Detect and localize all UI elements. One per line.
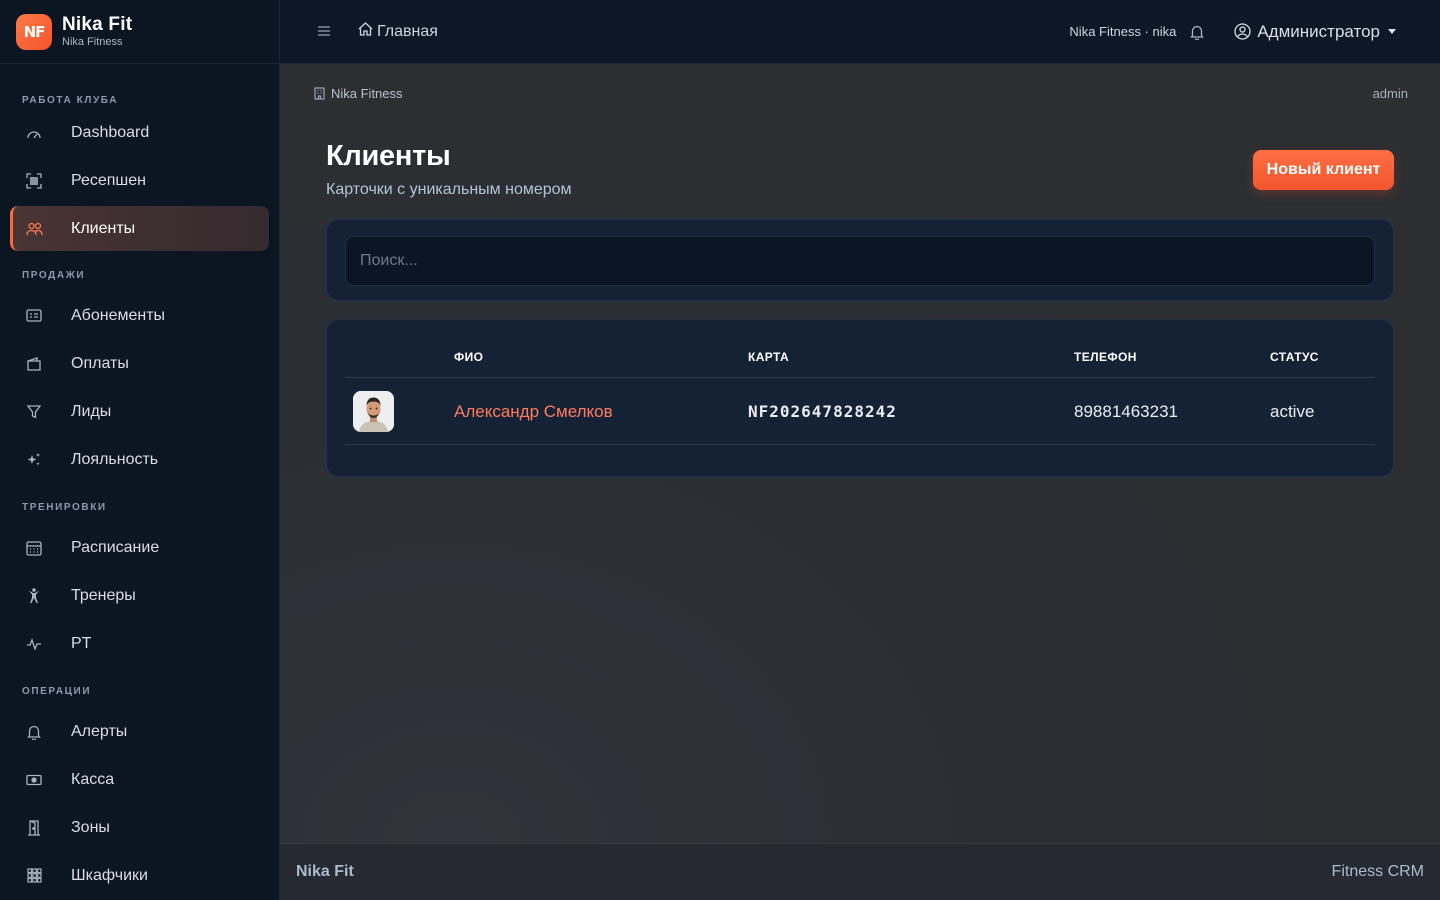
sidebar-item-label: Абонементы (71, 306, 166, 324)
sidebar-item-label: Шкафчики (71, 866, 148, 884)
building-icon (314, 87, 325, 100)
sidebar: NF Nika Fit Nika Fitness РАБОТА КЛУБА Da… (0, 0, 280, 900)
user-name: Администратор (1257, 21, 1380, 41)
page-subtitle: Карточки с уникальным номером (326, 181, 572, 198)
sidebar-item-loyalty[interactable]: Лояльность (10, 437, 269, 482)
user-menu-dropdown[interactable]: Администратор (1234, 22, 1396, 42)
menu-toggle-icon[interactable] (318, 23, 330, 41)
breadcrumb: Nika Fitness (314, 86, 403, 101)
page-title: Клиенты (326, 140, 451, 172)
nav-section-operations: ОПЕРАЦИИ (22, 686, 92, 697)
lockers-icon (25, 867, 43, 885)
clients-table: ФИО КАРТА ТЕЛЕФОН СТАТУС Александр Смелк… (326, 319, 1394, 477)
sidebar-item-label: Ресепшен (71, 171, 146, 189)
sidebar-item-memberships[interactable]: Абонементы (10, 293, 269, 338)
sidebar-item-label: Лиды (71, 402, 112, 420)
sidebar-item-label: Оплаты (71, 354, 129, 372)
table-header: ФИО КАРТА ТЕЛЕФОН СТАТУС (345, 320, 1375, 378)
sidebar-item-label: Лояльность (71, 450, 159, 468)
sidebar-item-label: Dashboard (71, 123, 150, 141)
sidebar-item-label: Касса (71, 770, 115, 788)
footer-tagline: Fitness CRM (1331, 863, 1424, 880)
door-icon (25, 819, 43, 837)
sidebar-item-schedule[interactable]: Расписание (10, 525, 269, 570)
column-header-name[interactable]: ФИО (454, 350, 483, 364)
home-label: Главная (377, 22, 438, 40)
membership-icon (25, 307, 43, 325)
sidebar-item-lockers[interactable]: Шкафчики (10, 853, 269, 898)
nav-section-training: ТРЕНИРОВКИ (22, 502, 107, 513)
brand-logo: NF (16, 13, 52, 50)
client-status: active (1270, 402, 1315, 421)
topbar: Главная Nika Fitness · nika Администрато… (280, 0, 1440, 64)
sidebar-item-label: Алерты (71, 722, 128, 740)
home-link[interactable]: Главная (358, 22, 438, 41)
tenant-label: Nika Fitness · nika (1069, 24, 1177, 39)
footer-brand: Nika Fit (296, 863, 354, 880)
sidebar-item-alerts[interactable]: Алерты (10, 709, 269, 754)
avatar (353, 391, 394, 432)
client-card-number: NF202647828242 (748, 402, 897, 421)
column-header-phone[interactable]: ТЕЛЕФОН (1074, 350, 1137, 364)
column-header-status[interactable]: СТАТУС (1270, 350, 1319, 364)
home-icon (358, 22, 373, 41)
footer: Nika Fit Fitness CRM (280, 843, 1440, 900)
calendar-icon (25, 539, 43, 557)
brand-subtitle: Nika Fitness (62, 35, 123, 48)
sidebar-item-label: PT (71, 634, 92, 652)
sidebar-item-label: Клиенты (71, 219, 136, 237)
dashboard-icon (25, 124, 43, 142)
sidebar-item-label: Тренеры (71, 586, 136, 604)
client-phone: 89881463231 (1074, 402, 1179, 421)
sidebar-item-label: Зоны (71, 818, 110, 836)
trainer-icon (25, 587, 43, 605)
sidebar-item-cashdesk[interactable]: Касса (10, 757, 269, 802)
sidebar-item-payments[interactable]: Оплаты (10, 341, 269, 386)
new-client-button[interactable]: Новый клиент (1253, 150, 1394, 190)
brand-title: Nika Fit (62, 13, 133, 35)
sidebar-item-pt[interactable]: PT (10, 621, 269, 666)
sidebar-item-clients[interactable]: Клиенты (10, 206, 269, 251)
notifications-bell-icon[interactable] (1190, 24, 1205, 40)
brand[interactable]: NF Nika Fit Nika Fitness (0, 0, 279, 64)
chevron-down-icon (1388, 29, 1396, 34)
sidebar-item-dashboard[interactable]: Dashboard (10, 110, 269, 155)
nav-section-sales: ПРОДАЖИ (22, 270, 86, 281)
cash-icon (25, 771, 43, 789)
clients-icon (25, 220, 43, 238)
breadcrumb-user: admin (1372, 86, 1408, 101)
main-content: Nika Fitness admin Клиенты Карточки с ун… (280, 64, 1440, 843)
column-header-card[interactable]: КАРТА (748, 350, 789, 364)
sidebar-item-trainers[interactable]: Тренеры (10, 573, 269, 618)
user-circle-icon (1234, 23, 1251, 40)
search-card (326, 219, 1394, 301)
sidebar-item-reception[interactable]: Ресепшен (10, 158, 269, 203)
client-name-link[interactable]: Александр Смелков (454, 378, 613, 445)
sidebar-item-leads[interactable]: Лиды (10, 389, 269, 434)
sidebar-item-zones[interactable]: Зоны (10, 805, 269, 850)
pulse-icon (25, 635, 43, 653)
funnel-icon (25, 403, 43, 421)
sparkles-icon (25, 451, 43, 469)
search-input[interactable] (345, 236, 1375, 286)
table-row[interactable]: Александр Смелков NF202647828242 8988146… (345, 378, 1375, 445)
wallet-icon (25, 355, 43, 373)
bell-icon (25, 723, 43, 741)
reception-icon (25, 172, 43, 190)
nav-section-club: РАБОТА КЛУБА (22, 95, 119, 106)
sidebar-item-label: Расписание (71, 538, 160, 556)
breadcrumb-club[interactable]: Nika Fitness (331, 86, 403, 101)
